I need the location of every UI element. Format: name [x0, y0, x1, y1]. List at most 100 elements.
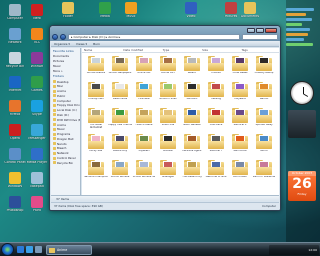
folder-item[interactable]: Full Metal Alchemist	[84, 107, 108, 133]
explorer-window[interactable]: ▸ Computer ▸ Disk (D:) ▸ Anime ▸ Organiz…	[49, 25, 281, 211]
folder-item[interactable]: D.Gray-man	[84, 81, 108, 107]
folder-item[interactable]: Ghost in Shell	[156, 81, 180, 107]
folder-item[interactable]: Paranoia Agent	[180, 133, 204, 159]
folder-item[interactable]: Gundam	[180, 81, 204, 107]
folder-item[interactable]: Happy Tree Friends	[108, 107, 132, 133]
folder-item[interactable]: Inuyasha	[228, 81, 252, 107]
desktop-icon[interactable]: Skype	[24, 100, 50, 117]
clock-gadget[interactable]	[290, 81, 314, 105]
folder-item[interactable]: The Melancholy	[180, 159, 204, 185]
column-header-type[interactable]: Type	[161, 48, 200, 52]
folder-item[interactable]: Monster	[156, 133, 180, 159]
desktop-icon[interactable]: Media Player	[24, 148, 50, 165]
folder-item[interactable]: Wolf's Rain	[228, 159, 252, 185]
tray-clock[interactable]: 12:00	[308, 248, 317, 252]
folder-item[interactable]: Code Geass	[228, 55, 252, 81]
folder-item[interactable]: Anime Wallpapers	[108, 55, 132, 81]
gadget-bar	[286, 38, 304, 41]
app-icon	[31, 172, 43, 184]
tree-item-label: Misc	[57, 84, 64, 89]
organize-button[interactable]: Organize ▾	[54, 42, 70, 46]
command-toolbar: Organize ▾ Views ▾ Burn	[51, 41, 279, 47]
folder-item[interactable]: Howl's Castle	[132, 107, 156, 133]
folder-item[interactable]: Fullmetal	[132, 81, 156, 107]
taskbar-explorer-button[interactable]: Anime	[46, 245, 92, 255]
folder-item[interactable]: Melancholy	[108, 133, 132, 159]
folder-item[interactable]: One Piece	[204, 107, 228, 133]
folder-item[interactable]: Tenchi	[252, 133, 276, 159]
folder-icon	[53, 80, 56, 84]
folder-item[interactable]: Slam Dunk	[228, 133, 252, 159]
folder-name: Shakugan	[161, 176, 175, 178]
folder-item[interactable]: Samurai Champloo	[84, 159, 108, 185]
slideshow-gadget[interactable]	[288, 110, 316, 138]
folder-name: Welcome to NHK	[205, 176, 227, 178]
folder-item[interactable]: Hellsing	[204, 81, 228, 107]
burn-button[interactable]: Burn	[93, 42, 100, 46]
system-tray[interactable]: 12:00	[269, 245, 319, 255]
column-header-name[interactable]: Name	[82, 48, 121, 52]
folder-item[interactable]: Death Note	[108, 81, 132, 107]
column-header-tags[interactable]: Tags	[240, 48, 279, 52]
folder-icon	[88, 108, 104, 123]
folder-item[interactable]: School Rumble	[108, 159, 132, 185]
calendar-gadget[interactable]: October 2007 26 Friday	[288, 171, 316, 201]
views-button[interactable]: Views ▾	[76, 42, 87, 46]
folder-item[interactable]: Cowboy Bebop	[252, 55, 276, 81]
internet-explorer-icon[interactable]	[26, 246, 33, 253]
folder-item[interactable]: Chobits	[204, 55, 228, 81]
tree-item[interactable]: DVD RW Drive (E:)	[51, 117, 80, 122]
desktop-icon[interactable]: Media	[92, 2, 118, 19]
desktop-icon[interactable]: Nero	[24, 4, 50, 21]
folder-item[interactable]: Neon Genesis	[180, 107, 204, 133]
tree-item[interactable]: Control Panel	[51, 156, 80, 161]
forward-button[interactable]	[60, 33, 66, 40]
folder-item[interactable]: Anime Mix	[132, 55, 156, 81]
folder-name: Love Hina	[161, 124, 175, 126]
column-header-date[interactable]: Date modified	[121, 48, 160, 52]
gadget-bar	[286, 13, 306, 16]
folder-item[interactable]: Samurai X	[228, 107, 252, 133]
folder-item[interactable]: Bleach	[180, 55, 204, 81]
folder-item[interactable]: Spirited Away	[252, 107, 276, 133]
folder-item[interactable]: Lucky Star	[84, 133, 108, 159]
desktop-icon[interactable]: Notepad	[24, 172, 50, 189]
cpu-meter-gadget[interactable]	[286, 8, 316, 68]
desktop-icon[interactable]: Video	[178, 2, 204, 19]
folder-icon	[53, 142, 56, 146]
folder-item[interactable]: Miyazaki	[132, 133, 156, 159]
window-titlebar[interactable]: ▸ Computer ▸ Disk (D:) ▸ Anime ▸	[50, 26, 280, 41]
start-button[interactable]	[1, 243, 14, 256]
show-desktop-icon[interactable]	[17, 246, 24, 253]
desktop-icon[interactable]: Folder	[55, 2, 81, 19]
folder-name: Melancholy	[112, 150, 128, 152]
desktop-icon[interactable]: Paint	[24, 196, 50, 213]
tree-item[interactable]: Floppy Disk Drive	[51, 103, 80, 108]
back-button[interactable]	[52, 33, 58, 40]
folder-item[interactable]: Samurai 7	[204, 133, 228, 159]
folder-item[interactable]: School Rumble S2	[132, 159, 156, 185]
search-input[interactable]	[242, 33, 278, 40]
column-header-size[interactable]: Size	[200, 48, 239, 52]
desktop-icon[interactable]: Documents	[237, 2, 263, 19]
desktop-icon[interactable]: WinRAR	[24, 52, 50, 69]
app-icon	[31, 196, 43, 208]
folder-item[interactable]: Anime Avatars	[84, 55, 108, 81]
folder-item[interactable]: Love Hina	[156, 107, 180, 133]
tree-item[interactable]: Recycle Bin	[51, 160, 80, 165]
folder-item[interactable]: Shakugan	[156, 159, 180, 185]
folder-item[interactable]: Naruto	[252, 81, 276, 107]
desktop-icon[interactable]: Music	[118, 2, 144, 19]
folder-item[interactable]: Zero no Tsukaima	[252, 159, 276, 185]
desktop-icon-label: Paint	[33, 209, 41, 212]
switch-windows-icon[interactable]	[35, 246, 42, 253]
tree-item[interactable]: Local Disk (C:)	[51, 108, 80, 113]
address-bar[interactable]: ▸ Computer ▸ Disk (D:) ▸ Anime ▸	[68, 33, 240, 40]
folder-name: The Melancholy	[182, 176, 202, 178]
folder-item[interactable]: Welcome to NHK	[204, 159, 228, 185]
folder-item[interactable]: Anime OST	[156, 55, 180, 81]
desktop-icon[interactable]: Games	[24, 76, 50, 93]
desktop-icon[interactable]: VLC	[24, 28, 50, 45]
desktop-icon[interactable]: Messenger	[24, 124, 50, 141]
folder-icon	[232, 134, 248, 149]
